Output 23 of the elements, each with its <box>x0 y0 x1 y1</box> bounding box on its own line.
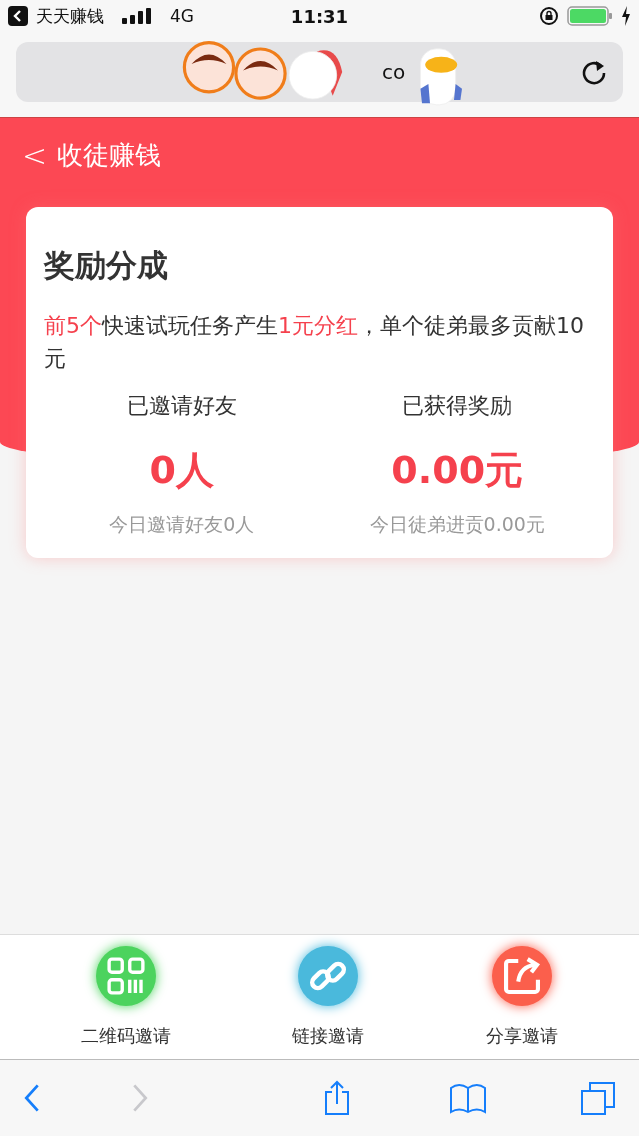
tabs-icon[interactable] <box>579 1080 617 1116</box>
stat-note: 今日邀请好友0人 <box>109 512 255 537</box>
stat-value: 0人 <box>149 447 214 494</box>
battery-icon <box>567 6 613 26</box>
card-title: 奖励分成 <box>44 246 169 285</box>
reward-description: 前5个快速试玩任务产生1元分红，单个徒弟最多贡献10元 <box>44 312 585 373</box>
back-app-icon[interactable] <box>8 6 28 26</box>
invite-option[interactable]: 链接邀请 <box>292 946 365 1048</box>
stat-label: 已获得奖励 <box>402 392 513 420</box>
back-icon[interactable] <box>24 1083 40 1113</box>
stat-label: 已邀请好友 <box>126 392 237 420</box>
page-title: 收徒赚钱 <box>57 139 162 172</box>
back-app-label[interactable]: 天天赚钱 <box>36 4 104 28</box>
network-label: 4G <box>170 6 194 26</box>
rotation-lock-icon <box>539 6 559 26</box>
stat-value: 0.00元 <box>391 447 524 494</box>
charging-icon <box>621 6 631 26</box>
status-time: 11:31 <box>290 5 349 27</box>
invite-option[interactable]: 二维码邀请 <box>80 946 171 1048</box>
stat-note: 今日徒弟进贡0.00元 <box>369 512 545 537</box>
url-text: co <box>382 60 406 84</box>
invite-option[interactable]: 分享邀请 <box>486 946 559 1048</box>
signal-icon <box>122 8 152 24</box>
